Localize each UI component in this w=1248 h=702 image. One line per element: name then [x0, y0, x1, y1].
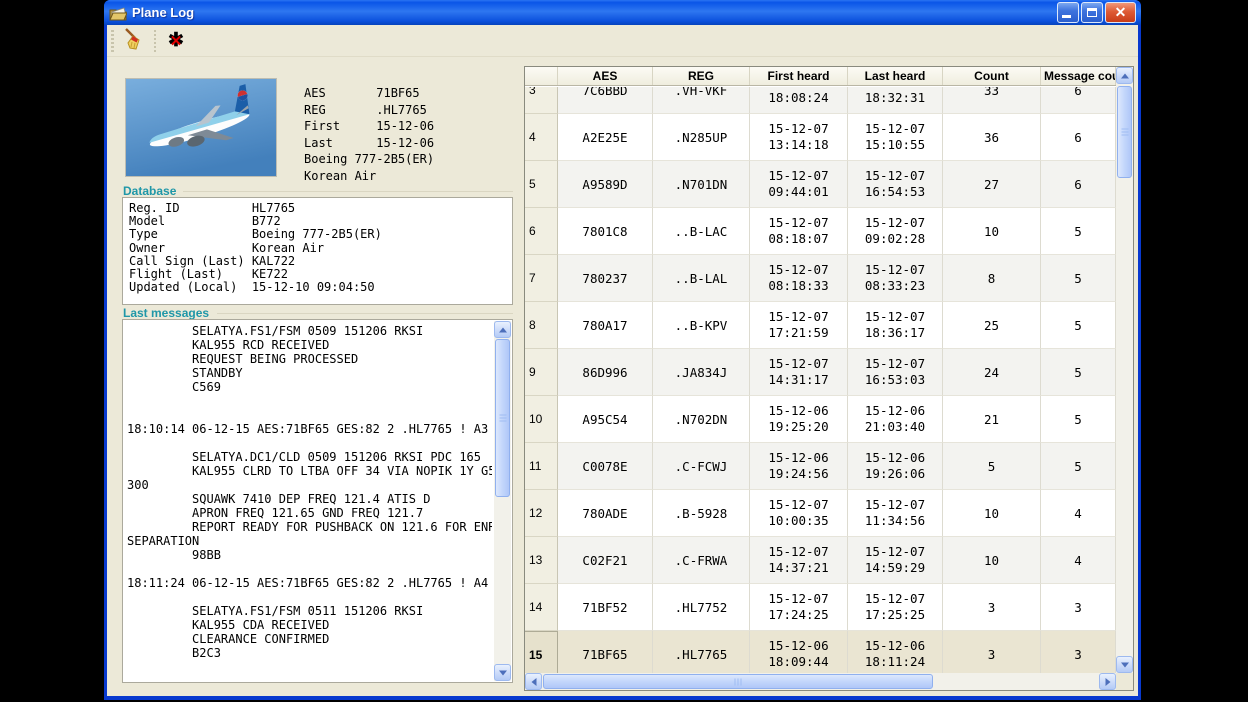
- toolbar-gripper[interactable]: [111, 30, 114, 52]
- window-title: Plane Log: [132, 5, 194, 20]
- table-row[interactable]: 7 780237 ..B-LAL 15-12-07 08:18:33 15-12…: [525, 255, 1116, 302]
- arrow-down-icon: [499, 670, 507, 675]
- database-group-label: Database: [123, 184, 176, 198]
- row-number-cell[interactable]: 15: [525, 631, 558, 674]
- messages-scroll-thumb[interactable]: [495, 339, 510, 497]
- table-row[interactable]: 11 C0078E .C-FCWJ 15-12-06 19:24:56 15-1…: [525, 443, 1116, 490]
- messages-box[interactable]: SELATYA.FS1/FSM 0509 151206 RKSI KAL955 …: [122, 319, 513, 683]
- header-count[interactable]: Count: [943, 67, 1041, 85]
- database-row: Reg. IDHL7765: [129, 202, 506, 215]
- arrow-left-icon: [531, 678, 536, 686]
- table-row[interactable]: 10 A95C54 .N702DN 15-12-06 19:25:20 15-1…: [525, 396, 1116, 443]
- header-first-heard[interactable]: First heard: [750, 67, 848, 85]
- plane-log-window: Plane Log ✕: [104, 0, 1141, 700]
- table-scroll-right-button[interactable]: [1099, 673, 1116, 690]
- clear-log-button[interactable]: [120, 27, 148, 55]
- close-button[interactable]: ✕: [1105, 2, 1136, 23]
- messages-group-line: [217, 313, 513, 314]
- maximize-button[interactable]: [1081, 2, 1103, 23]
- table-scroll-left-button[interactable]: [525, 673, 542, 690]
- arrow-down-icon: [1121, 662, 1129, 667]
- arrow-up-icon: [1121, 73, 1129, 78]
- row-number-cell[interactable]: 4: [525, 114, 558, 161]
- titlebar[interactable]: Plane Log ✕: [104, 0, 1141, 25]
- row-number-cell[interactable]: 6: [525, 208, 558, 255]
- row-number-cell[interactable]: 14: [525, 584, 558, 631]
- header-message-count[interactable]: Message count: [1041, 67, 1116, 85]
- table-scroll-down-button[interactable]: [1116, 656, 1133, 673]
- table-vscrollbar[interactable]: [1116, 67, 1133, 673]
- row-number-cell[interactable]: 7: [525, 255, 558, 302]
- window-controls: ✕: [1057, 2, 1136, 23]
- messages-scrollbar[interactable]: [494, 321, 511, 681]
- broom-icon: [122, 27, 146, 54]
- client-area: AES 71BF65 REG .HL7765 First 15-12-06 La…: [107, 57, 1138, 696]
- table-row[interactable]: 6 7801C8 ..B-LAC 15-12-07 08:18:07 15-12…: [525, 208, 1116, 255]
- database-row: OwnerKorean Air: [129, 242, 506, 255]
- row-number-cell[interactable]: 11: [525, 443, 558, 490]
- row-number-cell[interactable]: 5: [525, 161, 558, 208]
- row-number-cell[interactable]: 3: [525, 87, 558, 114]
- table-row[interactable]: 13 C02F21 .C-FRWA 15-12-07 14:37:21 15-1…: [525, 537, 1116, 584]
- row-number-cell[interactable]: 12: [525, 490, 558, 537]
- toolbar-separator: [154, 30, 156, 52]
- table-row[interactable]: 8 780A17 ..B-KPV 15-12-07 17:21:59 15-12…: [525, 302, 1116, 349]
- messages-text: SELATYA.FS1/FSM 0509 151206 RKSI KAL955 …: [127, 320, 492, 660]
- arrow-up-icon: [499, 327, 507, 332]
- plane-summary: AES 71BF65 REG .HL7765 First 15-12-06 La…: [304, 85, 434, 184]
- row-number-cell[interactable]: 9: [525, 349, 558, 396]
- row-number-cell[interactable]: 13: [525, 537, 558, 584]
- plane-table: AES REG First heard Last heard Count Mes…: [524, 66, 1134, 691]
- header-rownum[interactable]: [525, 67, 558, 85]
- table-vscroll-thumb[interactable]: [1117, 86, 1132, 178]
- table-row[interactable]: 3 7C6BBD .VH-VKF 15-12-06 18:08:24 15-12…: [525, 87, 1116, 114]
- table-row[interactable]: 5 A9589D .N701DN 15-12-07 09:44:01 15-12…: [525, 161, 1116, 208]
- messages-scroll-up-button[interactable]: [494, 321, 511, 338]
- red-asterisk-icon: ✱ ✕: [166, 31, 186, 51]
- app-icon: [109, 5, 127, 21]
- table-row[interactable]: 4 A2E25E .N285UP 15-12-07 13:14:18 15-12…: [525, 114, 1116, 161]
- table-row[interactable]: 15 71BF65 .HL7765 15-12-06 18:09:44 15-1…: [525, 631, 1116, 674]
- delete-entry-button[interactable]: ✱ ✕: [162, 27, 190, 55]
- minimize-button[interactable]: [1057, 2, 1079, 23]
- table-rows: 3 7C6BBD .VH-VKF 15-12-06 18:08:24 15-12…: [525, 87, 1116, 674]
- screen: Plane Log ✕: [0, 0, 1248, 702]
- row-number-cell[interactable]: 10: [525, 396, 558, 443]
- toolbar: ✱ ✕: [107, 25, 1138, 57]
- maximize-icon: [1087, 8, 1097, 17]
- database-box: Reg. IDHL7765 ModelB772 TypeBoeing 777-2…: [122, 197, 513, 305]
- table-hscrollbar[interactable]: [525, 673, 1116, 690]
- minimize-icon: [1062, 15, 1071, 18]
- table-row[interactable]: 12 780ADE .B-5928 15-12-07 10:00:35 15-1…: [525, 490, 1116, 537]
- row-number-cell[interactable]: 8: [525, 302, 558, 349]
- table-header[interactable]: AES REG First heard Last heard Count Mes…: [525, 67, 1116, 86]
- header-last-heard[interactable]: Last heard: [848, 67, 943, 85]
- table-scroll-up-button[interactable]: [1116, 67, 1133, 84]
- table-row[interactable]: 9 86D996 .JA834J 15-12-07 14:31:17 15-12…: [525, 349, 1116, 396]
- database-group-line: [183, 191, 513, 192]
- messages-group-label: Last messages: [123, 306, 209, 320]
- table-hscroll-thumb[interactable]: [543, 674, 933, 689]
- plane-photo: [125, 78, 277, 177]
- close-icon: ✕: [1106, 3, 1135, 22]
- header-reg[interactable]: REG: [653, 67, 750, 85]
- arrow-right-icon: [1105, 678, 1110, 686]
- scrollbar-corner: [1116, 673, 1133, 690]
- database-row: Updated (Local)15-12-10 09:04:50: [129, 281, 506, 294]
- table-row[interactable]: 14 71BF52 .HL7752 15-12-07 17:24:25 15-1…: [525, 584, 1116, 631]
- messages-scroll-down-button[interactable]: [494, 664, 511, 681]
- header-aes[interactable]: AES: [558, 67, 653, 85]
